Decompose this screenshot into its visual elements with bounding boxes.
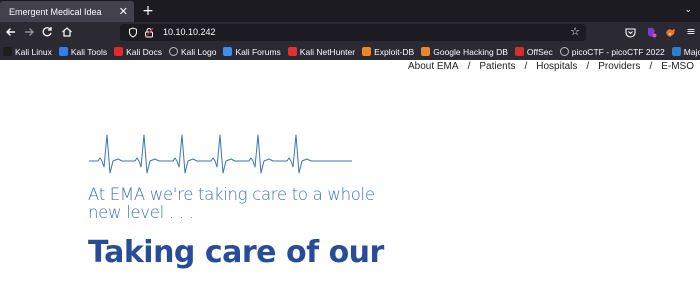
bookmark-label: Kali Logo: [181, 46, 217, 57]
close-tab-icon[interactable]: ✕: [119, 6, 128, 17]
app-menu-button[interactable]: ≡: [684, 25, 698, 39]
list-all-tabs-icon[interactable]: ⌄: [684, 5, 692, 15]
hero-headline: Taking care of our: [88, 235, 384, 270]
kali-tools-icon: [58, 47, 68, 56]
globe-icon: [559, 47, 569, 56]
reload-icon: [42, 27, 52, 37]
exploit-db-icon: [362, 47, 372, 56]
nav-separator: /: [467, 61, 471, 72]
bookmark-major-league-cyber[interactable]: Major League Cyber: [671, 46, 700, 57]
offsec-icon: [514, 47, 524, 56]
bookmark-exploit-db[interactable]: Exploit-DB: [362, 47, 414, 57]
kali-icon: [3, 47, 12, 56]
forward-button[interactable]: [22, 25, 36, 39]
kali-forums-icon: [223, 47, 233, 56]
bookmark-label: Kali Tools: [70, 46, 108, 57]
bookmark-offsec[interactable]: OffSec: [514, 46, 553, 57]
bookmark-kali-linux[interactable]: Kali Linux: [3, 47, 52, 57]
tab-bar: Emergent Medical Idea ✕ + ⌄: [0, 0, 700, 22]
bookmark-label: Google Hacking DB: [433, 46, 508, 57]
web-page: About EMA / Patients / Hospitals / Providers / E…: [0, 60, 700, 307]
nav-link-providers[interactable]: Providers: [598, 61, 640, 72]
home-button[interactable]: [60, 25, 74, 39]
tab-title: Emergent Medical Idea: [9, 6, 102, 17]
bookmark-kali-forums[interactable]: Kali Forums: [223, 46, 281, 57]
bookmark-label: Kali Linux: [15, 46, 52, 57]
bookmark-label: Exploit-DB: [374, 46, 415, 57]
globe-icon: [169, 47, 178, 56]
mlc-icon: [671, 47, 681, 56]
bookmark-kali-logo[interactable]: Kali Logo: [169, 47, 216, 57]
nav-link-hospitals[interactable]: Hospitals: [536, 61, 577, 72]
url-input[interactable]: 10.10.10.242: [163, 27, 216, 37]
nav-separator: /: [586, 61, 590, 72]
back-button[interactable]: [4, 25, 18, 39]
back-arrow-icon: [6, 28, 15, 36]
bookmark-label: OffSec: [526, 46, 553, 57]
nav-link-e-mso[interactable]: E-MSO: [661, 61, 694, 72]
forward-arrow-icon: [25, 28, 34, 36]
tagline: At EMA we're taking care to a whole new …: [88, 185, 375, 222]
bookmark-kali-nethunter[interactable]: Kali NetHunter: [287, 46, 356, 57]
shield-icon[interactable]: [128, 27, 138, 38]
reload-button[interactable]: [40, 25, 54, 39]
site-navigation: About EMA / Patients / Hospitals / Providers / E…: [408, 61, 694, 72]
extension-fox-icon[interactable]: [664, 26, 677, 39]
insecure-lock-icon[interactable]: [144, 27, 154, 38]
tab-active[interactable]: Emergent Medical Idea ✕: [0, 1, 134, 22]
heartbeat-line-icon: [89, 134, 352, 174]
bookmark-kali-docs[interactable]: Kali Docs: [114, 47, 162, 57]
bookmark-kali-tools[interactable]: Kali Tools: [58, 46, 108, 57]
bookmarks-toolbar: Kali Linux Kali Tools Kali Docs Kali Logo Ka…: [0, 43, 700, 60]
nav-separator: /: [649, 61, 653, 72]
bookmark-label: Kali Forums: [235, 46, 281, 57]
bookmark-label: Major League Cyber: [683, 46, 700, 57]
ghdb-icon: [421, 47, 431, 56]
kali-docs-icon: [114, 47, 124, 56]
navigation-toolbar: 10.10.10.242 ☆ ≡: [0, 22, 700, 43]
bookmark-label: Kali NetHunter: [299, 46, 356, 57]
bookmark-star-icon[interactable]: ☆: [570, 25, 580, 38]
bookmark-label: Kali Docs: [126, 46, 162, 57]
nav-separator: /: [524, 61, 528, 72]
bookmark-picoctf-picoctf-2022[interactable]: picoCTF - picoCTF 2022: [559, 46, 665, 57]
extension-purple-icon[interactable]: [645, 26, 658, 39]
home-icon: [62, 27, 72, 37]
url-bar[interactable]: 10.10.10.242 ☆: [120, 24, 586, 41]
new-tab-button[interactable]: +: [140, 3, 156, 19]
pocket-icon[interactable]: [624, 26, 637, 39]
bookmark-google-hacking-db[interactable]: Google Hacking DB: [421, 47, 508, 57]
nav-link-patients[interactable]: Patients: [479, 61, 515, 72]
nethunter-icon: [287, 47, 297, 56]
bookmark-label: picoCTF - picoCTF 2022: [571, 46, 665, 57]
nav-link-about-ema[interactable]: About EMA: [408, 61, 459, 72]
